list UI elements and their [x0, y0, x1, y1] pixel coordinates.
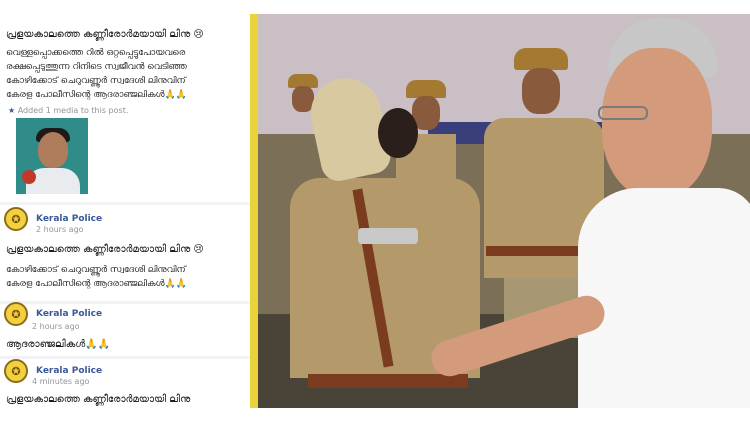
kerala-police-emblem-icon: ✪ [4, 207, 28, 231]
author-name[interactable]: Kerala Police [36, 309, 102, 319]
post-card-3: ✪ Kerala Police 2 hours ago ആദരാഞ്ജലികൾ🙏… [0, 302, 250, 356]
post-card-2: ✪ Kerala Police 2 hours ago പ്രളയകാലത്തെ… [0, 205, 250, 301]
kerala-police-emblem-icon: ✪ [4, 359, 28, 383]
post-body-line: വെള്ളപ്പൊക്കത്തെ റിൽ ഒറ്റപ്പെട്ടുപോയവരെ [6, 48, 186, 58]
author-name[interactable]: Kerala Police [36, 366, 102, 376]
ceremony-photo [258, 14, 750, 408]
post-body-line: കേരള പോലീസിന്റെ ആദരാഞ്ജലികൾ🙏🙏 [6, 90, 187, 100]
kerala-police-emblem-icon: ✪ [4, 302, 28, 326]
post-headline: പ്രളയകാലത്തെ കണ്ണീരോർമയായി ലിനു 😢 [6, 244, 204, 255]
post-time[interactable]: 2 hours ago [36, 225, 84, 234]
star-icon: ★ [8, 106, 18, 115]
post-body-line: കോഴിക്കോട് ചെറുവണ്ണൂർ സ്വദേശി ലിനുവിന് [6, 76, 186, 86]
post-headline: ആദരാഞ്ജലികൾ🙏🙏 [6, 339, 111, 350]
author-name[interactable]: Kerala Police [36, 214, 102, 224]
post-time[interactable]: 2 hours ago [32, 322, 80, 331]
post-thumbnail-photo[interactable] [16, 118, 88, 194]
thumbnail-flower [22, 170, 36, 184]
post-body-line: രക്ഷപ്പെടുത്തുന്ന റിനിടെ സ്വജീവൻ വെടിഞ്ഞ [6, 62, 187, 72]
media-note: ★ Added 1 media to this post. [8, 106, 129, 115]
post-card-1: പ്രളയകാലത്തെ കണ്ണീരോർമയായി ലിനു 😢 വെള്ളപ… [0, 14, 250, 202]
post-headline: പ്രളയകാലത്തെ കണ്ണീരോർമയായി ലിനു [6, 394, 191, 405]
facebook-feed-panel: പ്രളയകാലത്തെ കണ്ണീരോർമയായി ലിനു 😢 വെള്ളപ… [0, 14, 255, 408]
post-headline: പ്രളയകാലത്തെ കണ്ണീരോർമയായി ലിനു 😢 [6, 29, 204, 40]
post-card-4: ✪ Kerala Police 4 minutes ago പ്രളയകാലത്… [0, 359, 250, 408]
post-body-line: കേരള പോലീസിന്റെ ആദരാഞ്ജലികൾ🙏🙏 [6, 279, 187, 289]
thumbnail-face [38, 132, 68, 168]
panel-divider [250, 14, 258, 408]
post-time[interactable]: 4 minutes ago [32, 377, 89, 386]
post-body-line: കോഴിക്കോട് ചെറുവണ്ണൂർ സ്വദേശി ലിനുവിന് [6, 265, 186, 275]
